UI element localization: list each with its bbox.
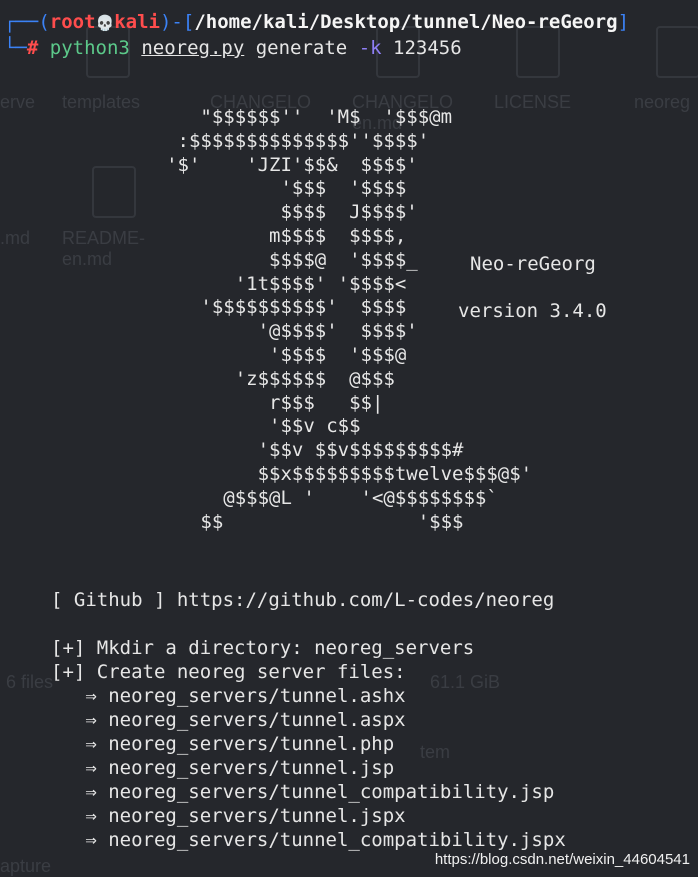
prompt-line: ┌──(root💀kali)-[/home/kali/Desktop/tunne… [4,10,629,35]
banner-version: version 3.4.0 [458,300,607,322]
file-line: ⇒ neoreg_servers/tunnel.jsp [51,757,395,779]
command-sub: generate [255,37,348,59]
file-line: ⇒ neoreg_servers/tunnel_compatibility.js… [51,829,566,851]
command-arg: 123456 [393,37,462,59]
terminal-window[interactable]: ┌──(root💀kali)-[/home/kali/Desktop/tunne… [0,0,698,874]
command-script: neoreg.py [141,37,245,59]
command-line: └─# python3 neoreg.py generate -k 123456 [4,36,462,60]
file-line: ⇒ neoreg_servers/tunnel.jspx [51,805,406,827]
prompt-hash: # [26,37,39,59]
prompt-corner: └─ [4,37,27,59]
prompt-user: root [49,11,96,33]
file-line: ⇒ neoreg_servers/tunnel.ashx [51,685,406,707]
command-name: python3 [49,37,130,59]
mkdir-line: [+] Mkdir a directory: neoreg_servers [51,637,475,659]
file-line: ⇒ neoreg_servers/tunnel_compatibility.js… [51,781,555,803]
prompt-frame: ┌──( [4,11,50,33]
prompt-path: /home/kali/Desktop/tunnel/Neo-reGeorg [194,11,618,33]
file-line: ⇒ neoreg_servers/tunnel.aspx [51,709,406,731]
prompt-host: kali [114,11,160,33]
watermark: https://blog.csdn.net/weixin_44604541 [434,851,690,868]
github-line: [ Github ] https://github.com/L-codes/ne… [51,589,555,611]
prompt-close: ] [617,11,630,33]
file-line: ⇒ neoreg_servers/tunnel.php [51,733,395,755]
create-line: [+] Create neoreg server files: [51,661,406,683]
command-flag: -k [358,37,382,59]
skull-icon: 💀 [95,14,115,32]
banner-name: Neo-reGeorg [470,253,596,275]
prompt-sep: )-[ [159,11,195,33]
